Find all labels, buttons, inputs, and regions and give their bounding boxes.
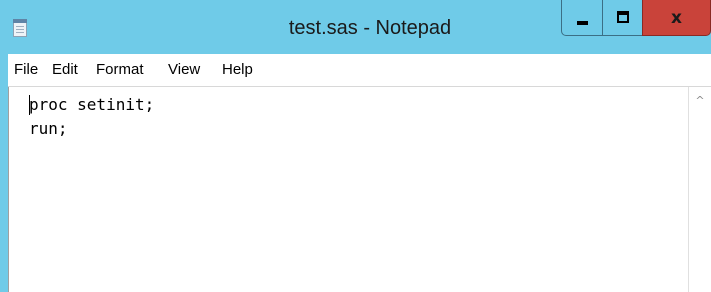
- menu-bar: File Edit Format View Help: [8, 54, 711, 87]
- menu-file[interactable]: File: [14, 54, 38, 86]
- window-frame-left: [0, 54, 8, 292]
- vertical-scrollbar[interactable]: ^: [688, 87, 711, 292]
- title-bar[interactable]: test.sas - Notepad x: [0, 0, 711, 54]
- notepad-window: test.sas - Notepad x File Edit Format Vi…: [0, 0, 711, 292]
- text-editor[interactable]: proc setinit; run;: [8, 87, 688, 292]
- minimize-icon: [577, 21, 588, 25]
- menu-help[interactable]: Help: [222, 54, 253, 86]
- text-caret: [29, 95, 30, 115]
- menu-view[interactable]: View: [168, 54, 200, 86]
- minimize-button[interactable]: [561, 0, 603, 36]
- editor-line: run;: [29, 119, 68, 138]
- maximize-button[interactable]: [602, 0, 643, 36]
- scroll-up-arrow-icon[interactable]: ^: [689, 87, 711, 115]
- close-button[interactable]: x: [642, 0, 711, 36]
- editor-line: proc setinit;: [29, 95, 155, 114]
- menu-edit[interactable]: Edit: [52, 54, 78, 86]
- maximize-icon: [617, 11, 629, 23]
- menu-format[interactable]: Format: [96, 54, 144, 86]
- close-icon: x: [671, 8, 682, 28]
